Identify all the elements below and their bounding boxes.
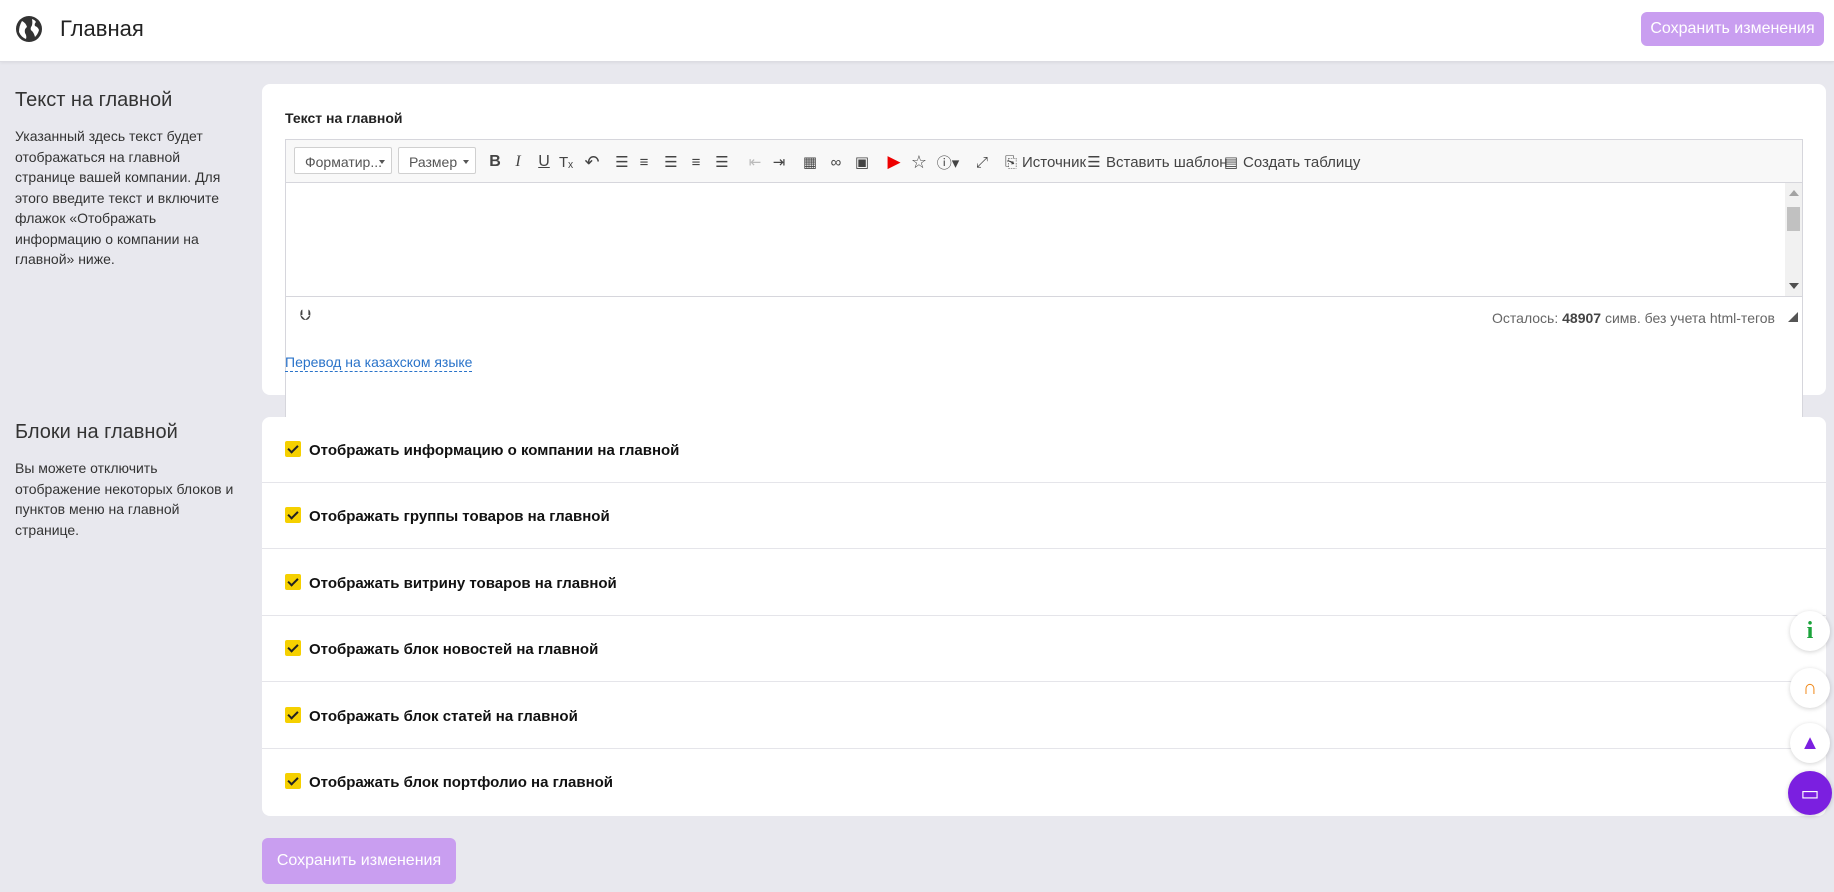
outdent-icon[interactable]: ⇤ <box>746 151 764 173</box>
text-section-side: Текст на главной Указанный здесь текст б… <box>15 89 240 270</box>
scroll-down-icon[interactable] <box>1789 283 1799 289</box>
chevron-down-icon <box>379 160 385 164</box>
save-changes-button-top[interactable]: Сохранить изменения <box>1641 12 1824 46</box>
option-label[interactable]: Отображать блок новостей на главной <box>309 641 598 658</box>
blocks-section-description: Вы можете отключить отображение некоторы… <box>15 460 234 538</box>
headset-icon[interactable]: ∩ <box>1790 668 1830 708</box>
info-dropdown-icon[interactable]: ⓘ▾ <box>935 151 961 173</box>
user-icon[interactable]: ▲ <box>1790 723 1830 763</box>
text-card: Текст на главной Форматир... Размер B I … <box>262 84 1826 419</box>
table-icon[interactable]: ▦ <box>800 151 820 173</box>
option-label[interactable]: Отображать группы товаров на главной <box>309 508 610 525</box>
link-icon[interactable]: ∞ <box>826 151 846 173</box>
chevron-down-icon <box>463 160 469 164</box>
star-icon[interactable]: ☆ <box>909 151 929 173</box>
checkbox-show-news[interactable] <box>285 640 301 656</box>
template-icon: ☰ <box>1087 154 1101 171</box>
format-dropdown-label: Форматир... <box>305 154 383 170</box>
image-icon[interactable]: ▣ <box>852 151 872 173</box>
blocks-section-side: Блоки на главной Вы можете отключить ото… <box>15 421 240 540</box>
undo-icon[interactable]: ↶ <box>583 151 601 173</box>
page-title: Главная <box>60 16 144 41</box>
info-icon[interactable]: i <box>1790 611 1830 651</box>
editor-statusbar: ⮋ Осталось: 48907 симв. без учета html-т… <box>286 296 1802 336</box>
align-left-icon[interactable]: ☰ <box>662 151 680 173</box>
format-dropdown[interactable]: Форматир... <box>294 147 392 174</box>
option-row[interactable]: Отображать блок портфолио на главной <box>262 749 1826 815</box>
checkbox-show-product-groups[interactable] <box>285 507 301 523</box>
text-section-title: Текст на главной <box>15 89 173 111</box>
insert-template-button[interactable]: Вставить шаблон <box>1106 151 1228 173</box>
remove-format-icon[interactable]: Tₓ <box>557 151 575 173</box>
text-section-description: Указанный здесь текст будет отображаться… <box>15 128 221 267</box>
option-row[interactable]: Отображать информацию о компании на глав… <box>262 417 1826 483</box>
create-table-button[interactable]: Создать таблицу <box>1243 151 1360 173</box>
char-counter: Осталось: 48907 симв. без учета html-тег… <box>1492 310 1775 326</box>
option-row[interactable]: Отображать блок новостей на главной <box>262 616 1826 682</box>
checkbox-show-company-info[interactable] <box>285 441 301 457</box>
option-label[interactable]: Отображать блок портфолио на главной <box>309 774 613 791</box>
checkbox-show-portfolio[interactable] <box>285 773 301 789</box>
top-bar: Главная Сохранить изменения <box>0 0 1834 62</box>
editor-label: Текст на главной <box>285 110 403 126</box>
align-right-icon[interactable]: ☰ <box>713 151 731 173</box>
checkbox-show-showcase[interactable] <box>285 574 301 590</box>
source-icon: ⎘ <box>1004 153 1017 171</box>
blocks-section-title: Блоки на главной <box>15 421 178 443</box>
option-label[interactable]: Отображать блок статей на главной <box>309 708 578 725</box>
option-row[interactable]: Отображать группы товаров на главной <box>262 483 1826 549</box>
create-table-icon: ▤ <box>1223 154 1239 171</box>
blocks-card: Отображать информацию о компании на глав… <box>262 417 1826 816</box>
size-dropdown[interactable]: Размер <box>398 147 476 174</box>
option-label[interactable]: Отображать информацию о компании на глав… <box>309 442 679 459</box>
underline-button[interactable]: U <box>536 151 552 173</box>
fullscreen-icon[interactable]: ⤢ <box>972 151 992 173</box>
kazakh-translation-link[interactable]: Перевод на казахском языке <box>285 354 473 372</box>
bold-button[interactable]: B <box>487 151 503 173</box>
option-label[interactable]: Отображать витрину товаров на главной <box>309 575 617 592</box>
option-row[interactable]: Отображать витрину товаров на главной <box>262 550 1826 616</box>
char-count-value: 48907 <box>1562 310 1602 326</box>
numbered-list-icon[interactable]: ☰ <box>613 151 631 173</box>
indent-icon[interactable]: ⇥ <box>770 151 788 173</box>
youtube-icon[interactable]: ▶ <box>883 151 905 173</box>
checkbox-show-articles[interactable] <box>285 707 301 723</box>
option-row[interactable]: Отображать блок статей на главной <box>262 683 1826 749</box>
italic-button[interactable]: I <box>510 151 526 173</box>
bullet-list-icon[interactable]: ≡ <box>635 151 653 173</box>
align-center-icon[interactable]: ≡ <box>687 151 705 173</box>
upload-icon[interactable]: ⮋ <box>300 307 311 324</box>
scroll-thumb[interactable] <box>1787 207 1800 231</box>
editor-scrollbar[interactable] <box>1785 183 1802 296</box>
size-dropdown-label: Размер <box>409 154 458 170</box>
editor-content-area[interactable] <box>286 183 1802 296</box>
chat-icon[interactable]: ▭ <box>1788 771 1832 815</box>
rich-text-editor: Форматир... Размер B I U Tₓ ↶ ☰ ≡ ☰ ≡ ☰ … <box>285 139 1803 419</box>
source-button[interactable]: Источник <box>1022 151 1086 173</box>
scroll-up-icon[interactable] <box>1789 190 1799 196</box>
globe-icon <box>16 16 42 42</box>
resize-handle[interactable] <box>1788 312 1798 322</box>
save-changes-button-bottom[interactable]: Сохранить изменения <box>262 838 456 884</box>
editor-toolbar: Форматир... Размер B I U Tₓ ↶ ☰ ≡ ☰ ≡ ☰ … <box>286 140 1802 183</box>
